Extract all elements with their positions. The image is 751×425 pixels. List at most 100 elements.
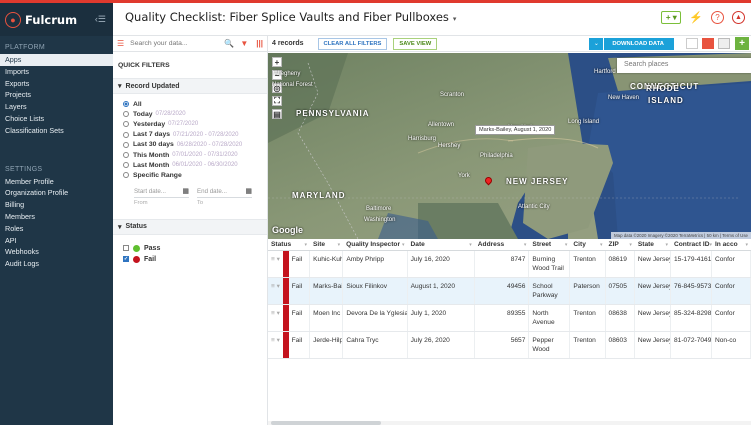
table-cell[interactable]: School Parkway bbox=[529, 278, 571, 304]
sort-icon[interactable]: ▾ bbox=[524, 242, 527, 248]
table-cell[interactable]: 76-845-9573 bbox=[671, 278, 712, 304]
radio-button[interactable] bbox=[123, 101, 129, 108]
column-header-city[interactable]: City ▾ bbox=[570, 241, 605, 248]
filter-icon[interactable]: ▼ bbox=[240, 39, 248, 48]
sidebar-item-apps[interactable]: Apps bbox=[0, 54, 113, 66]
checkbox[interactable]: ✓ bbox=[123, 256, 129, 262]
radio-option[interactable]: Last Month 06/01/2020 - 06/30/2020 bbox=[123, 160, 267, 170]
download-options-caret-icon[interactable]: ⌄ bbox=[589, 37, 604, 50]
end-date-input[interactable]: End date... ▦ bbox=[197, 186, 252, 198]
table-cell[interactable]: Confor bbox=[712, 278, 751, 304]
sort-icon[interactable]: ▾ bbox=[565, 242, 568, 248]
search-icon[interactable]: 🔍 bbox=[224, 39, 234, 48]
column-header-quality-inspector[interactable]: Quality Inspector ▾ bbox=[343, 241, 407, 248]
save-view-button[interactable]: SAVE VIEW bbox=[393, 37, 438, 50]
table-view-icon[interactable] bbox=[718, 38, 730, 49]
sort-icon[interactable]: ▾ bbox=[629, 242, 632, 248]
radio-option[interactable]: Last 30 days 06/28/2020 - 07/28/2020 bbox=[123, 140, 267, 150]
horizontal-scrollbar[interactable] bbox=[268, 421, 751, 425]
table-cell[interactable]: August 1, 2020 bbox=[408, 278, 475, 304]
help-icon[interactable]: ? bbox=[711, 11, 724, 24]
collapse-sidebar-icon[interactable]: ‹☰ bbox=[95, 14, 106, 25]
table-cell[interactable]: Fail bbox=[289, 305, 311, 331]
sort-icon[interactable]: ▾ bbox=[745, 242, 748, 248]
drag-handle-icon[interactable]: ≡ ▾ bbox=[271, 255, 280, 273]
row-handle[interactable]: ≡ ▾ bbox=[268, 278, 289, 304]
map-callout[interactable]: Marks-Bailey, August 1, 2020 bbox=[475, 125, 556, 135]
table-row[interactable]: ≡ ▾ FailJerde-HilpertCahra TrycJuly 26, 2… bbox=[268, 332, 751, 359]
sidebar-item-classification-sets[interactable]: Classification Sets bbox=[0, 125, 113, 137]
table-cell[interactable]: Marks-Bailey bbox=[310, 278, 344, 304]
sidebar-item-imports[interactable]: Imports bbox=[0, 66, 113, 78]
sort-icon[interactable]: ▾ bbox=[600, 242, 603, 248]
table-cell[interactable]: 08619 bbox=[606, 251, 635, 277]
sort-icon[interactable]: ▾ bbox=[665, 242, 668, 248]
column-header-address[interactable]: Address ▾ bbox=[475, 241, 530, 248]
table-cell[interactable]: July 1, 2020 bbox=[408, 305, 475, 331]
table-row[interactable]: ≡ ▾ Fail Moen Inc Devora De la Yglesia July … bbox=[268, 305, 751, 332]
download-data-button[interactable]: DOWNLOAD DATA bbox=[604, 37, 674, 50]
drag-handle-icon[interactable]: ≡ ▾ bbox=[271, 336, 280, 354]
sidebar-item-billing[interactable]: Billing bbox=[0, 199, 113, 211]
table-cell[interactable]: New Jersey bbox=[635, 332, 671, 358]
sort-icon[interactable]: ▾ bbox=[304, 242, 307, 248]
sidebar-item-api[interactable]: API bbox=[0, 235, 113, 247]
column-header-date[interactable]: Date ▾ bbox=[408, 241, 475, 248]
table-cell[interactable]: Fail bbox=[289, 278, 311, 304]
radio-button[interactable] bbox=[123, 141, 129, 148]
table-cell[interactable]: 07505 bbox=[606, 278, 635, 304]
add-record-button[interactable]: + bbox=[735, 37, 749, 50]
row-handle[interactable]: ≡ ▾ bbox=[268, 305, 289, 331]
calendar-icon[interactable]: ▦ bbox=[245, 187, 252, 195]
sidebar-item-webhooks[interactable]: Webhooks bbox=[0, 246, 113, 258]
radio-option[interactable]: All bbox=[123, 99, 267, 109]
table-cell[interactable]: Sioux Filinkov bbox=[343, 278, 408, 304]
row-handle[interactable]: ≡ ▾ bbox=[268, 251, 289, 277]
sort-icon[interactable]: ▾ bbox=[469, 242, 472, 248]
status-option[interactable]: Pass bbox=[123, 243, 267, 254]
table-cell[interactable]: 8747 bbox=[475, 251, 530, 277]
radio-button[interactable] bbox=[123, 152, 129, 159]
radio-option[interactable]: Last 7 days 07/21/2020 - 07/28/2020 bbox=[123, 130, 267, 140]
bolt-icon[interactable]: ⚡ bbox=[689, 11, 703, 24]
table-row[interactable]: ≡ ▾ FailMarks-BaileySioux FilinkovAugust … bbox=[268, 278, 751, 305]
table-cell[interactable]: 5657 bbox=[475, 332, 530, 358]
app-switch-caret-icon[interactable]: ▾ bbox=[453, 15, 457, 23]
split-view-icon[interactable] bbox=[702, 38, 714, 49]
column-header-contract-id[interactable]: Contract ID ▾ bbox=[671, 241, 712, 248]
clear-filters-button[interactable]: CLEAR ALL FILTERS bbox=[317, 37, 388, 50]
radio-option[interactable]: Specific Range bbox=[123, 170, 267, 180]
sidebar-item-audit-logs[interactable]: Audit Logs bbox=[0, 258, 113, 270]
new-record-button[interactable]: + ▾ bbox=[661, 11, 682, 24]
table-cell[interactable]: 15-179-4161 bbox=[671, 251, 712, 277]
status-option[interactable]: ✓ Fail bbox=[123, 254, 267, 265]
table-cell[interactable]: Confor bbox=[712, 251, 751, 277]
table-cell[interactable]: 89355 bbox=[475, 305, 530, 331]
table-cell[interactable]: New Jersey bbox=[635, 305, 671, 331]
table-cell[interactable]: 08603 bbox=[606, 332, 635, 358]
sidebar-item-choice-lists[interactable]: Choice Lists bbox=[0, 113, 113, 125]
table-cell[interactable]: Pepper Wood bbox=[529, 332, 571, 358]
map-view-icon[interactable] bbox=[686, 38, 698, 49]
table-cell[interactable]: Jerde-Hilpert bbox=[310, 332, 344, 358]
sidebar-item-exports[interactable]: Exports bbox=[0, 78, 113, 90]
table-cell[interactable]: Devora De la Yglesia bbox=[343, 305, 408, 331]
record-updated-heading[interactable]: ▾ Record Updated bbox=[113, 78, 267, 94]
layers-icon[interactable]: ▤ bbox=[272, 109, 282, 119]
sidebar-item-organization-profile[interactable]: Organization Profile bbox=[0, 187, 113, 199]
column-header-zip[interactable]: ZIP ▾ bbox=[606, 241, 635, 248]
map-view[interactable]: + − ◎ ⛶ ▤ Allegheny National Forest Scrant… bbox=[268, 53, 751, 239]
radio-option[interactable]: Today 07/28/2020 bbox=[123, 109, 267, 119]
radio-button[interactable] bbox=[123, 111, 129, 118]
radio-option[interactable]: Yesterday 07/27/2020 bbox=[123, 119, 267, 129]
table-cell[interactable]: July 26, 2020 bbox=[408, 332, 475, 358]
list-view-icon[interactable]: ☰ bbox=[117, 39, 124, 48]
table-cell[interactable]: Fail bbox=[289, 332, 311, 358]
table-cell[interactable]: Confor bbox=[712, 305, 751, 331]
column-header-status[interactable]: Status ▾ bbox=[268, 241, 310, 248]
sidebar-item-projects[interactable]: Projects bbox=[0, 89, 113, 101]
table-cell[interactable]: 81-072-7049 bbox=[671, 332, 712, 358]
map-attribution[interactable]: Map data ©2020 Imagery ©2020 TerraMetric… bbox=[610, 232, 751, 239]
scrollbar-thumb[interactable] bbox=[271, 421, 381, 425]
radio-button[interactable] bbox=[123, 131, 129, 138]
